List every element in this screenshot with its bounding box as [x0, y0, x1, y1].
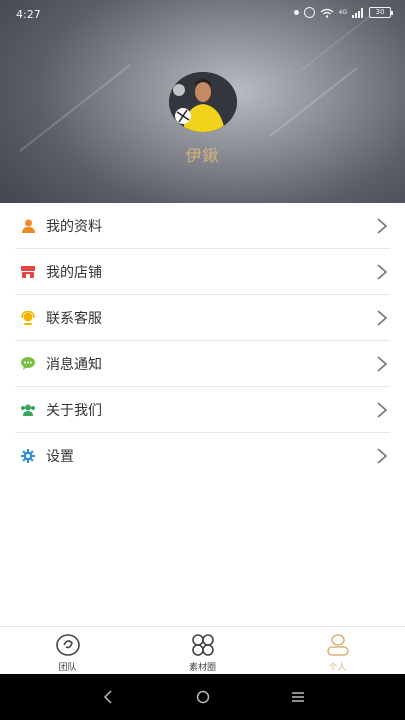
person-outline-icon	[326, 634, 349, 656]
signal-icon	[352, 7, 363, 18]
status-bar: 4:27 4G 30	[0, 0, 405, 28]
menu-item-contact-service[interactable]: 联系客服	[15, 295, 390, 341]
menu-item-settings[interactable]: 设置	[15, 433, 390, 479]
status-time: 4:27	[16, 8, 41, 21]
home-button[interactable]	[194, 688, 212, 706]
headset-icon	[21, 310, 35, 325]
username[interactable]: 伊鍬	[0, 142, 405, 166]
chat-bubble-icon	[21, 357, 35, 371]
chevron-right-icon	[377, 356, 388, 372]
bottom-tab-bar: 团队 素材圈 个人	[0, 626, 405, 674]
back-arrow-icon	[103, 690, 112, 704]
menu-item-label: 我的资料	[46, 218, 102, 235]
chevron-right-icon	[377, 402, 388, 418]
notification-dot-icon	[293, 10, 299, 15]
menu-item-about-us[interactable]: 关于我们	[15, 387, 390, 433]
menu-lines-icon	[291, 692, 304, 702]
avatar[interactable]	[169, 72, 237, 132]
tab-team[interactable]: 团队	[0, 627, 135, 674]
team-icon	[55, 634, 80, 656]
tab-label: 素材圈	[188, 663, 216, 673]
menu-item-label: 我的店铺	[46, 264, 102, 281]
status-icons: 4G 30	[293, 7, 393, 18]
back-button[interactable]	[99, 688, 117, 706]
menu-item-label: 关于我们	[46, 402, 102, 419]
chevron-right-icon	[377, 448, 388, 464]
gear-icon	[21, 449, 35, 463]
person-icon	[21, 219, 35, 233]
chevron-right-icon	[377, 264, 388, 280]
chevron-right-icon	[377, 218, 388, 234]
header-decoration	[269, 67, 358, 137]
menu-item-my-shop[interactable]: 我的店铺	[15, 249, 390, 295]
alarm-icon	[303, 7, 315, 18]
network-type-label: 4G	[338, 8, 347, 16]
home-circle-icon	[196, 690, 209, 704]
tab-label: 个人	[328, 663, 347, 673]
menu-item-my-profile[interactable]: 我的资料	[15, 203, 390, 249]
wifi-icon	[320, 8, 333, 18]
profile-header: 4:27 4G 30 伊鍬	[0, 0, 405, 203]
chevron-right-icon	[377, 310, 388, 326]
system-nav-bar	[0, 674, 405, 720]
shop-icon	[21, 265, 35, 279]
tab-materials[interactable]: 素材圈	[135, 627, 270, 674]
menu-item-label: 消息通知	[46, 356, 102, 373]
avatar-photo	[169, 72, 237, 132]
tab-personal[interactable]: 个人	[270, 627, 405, 674]
battery-icon: 30	[369, 7, 393, 18]
header-decoration	[19, 64, 131, 152]
tab-label: 团队	[58, 663, 77, 673]
grid-icon	[191, 634, 214, 656]
menu-item-label: 联系客服	[46, 310, 102, 327]
profile-menu: 我的资料 我的店铺 联系客服 消息通知 关于我们 设置	[0, 203, 405, 479]
recents-button[interactable]	[289, 688, 307, 706]
menu-item-label: 设置	[46, 449, 74, 465]
menu-item-notifications[interactable]: 消息通知	[15, 341, 390, 387]
people-icon	[21, 403, 35, 417]
